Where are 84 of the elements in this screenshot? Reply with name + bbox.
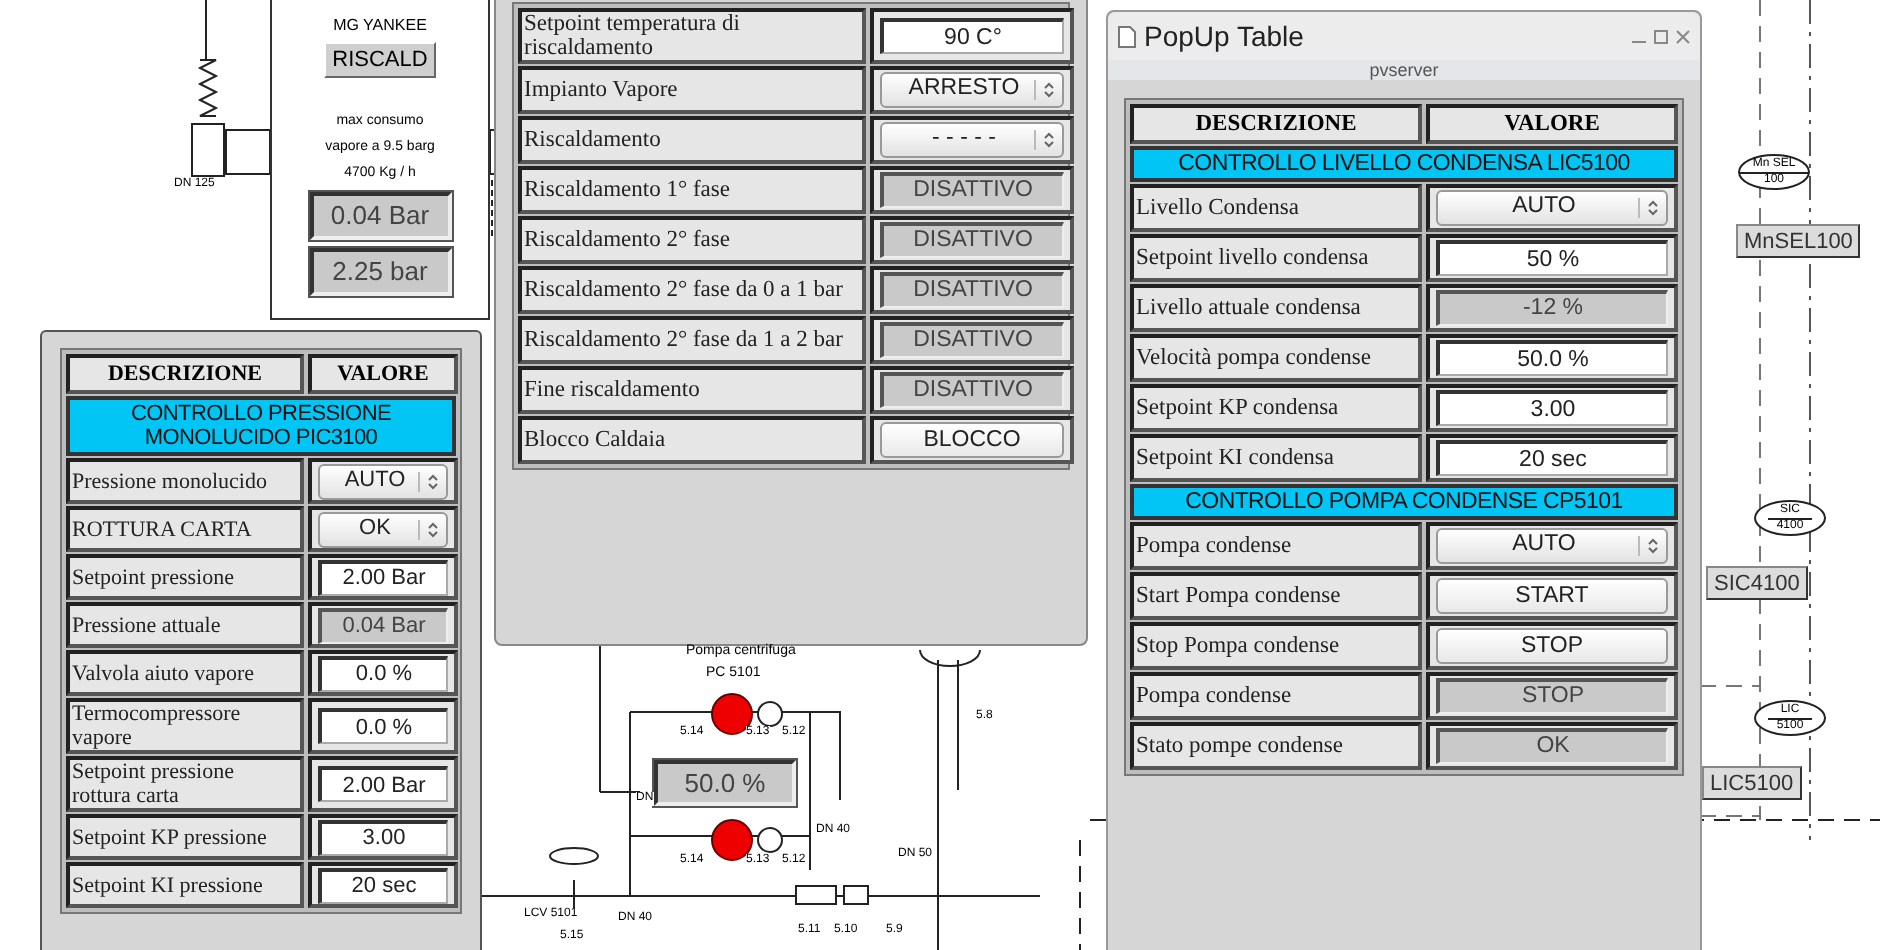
- row-label: Riscaldamento 2° fase da 0 a 1 bar: [518, 266, 866, 314]
- row-label: Setpoint livello condensa: [1130, 234, 1422, 282]
- action-button[interactable]: STOP: [1436, 628, 1668, 664]
- row-label: Setpoint temperatura di riscaldamento: [518, 8, 866, 64]
- column-header: DESCRIZIONE: [1130, 104, 1422, 144]
- value-field[interactable]: 2.00 Bar: [318, 559, 448, 595]
- row-label: Blocco Caldaia: [518, 416, 866, 464]
- status-display: DISATTIVO: [880, 222, 1064, 258]
- mode-dropdown[interactable]: - - - - -: [880, 122, 1064, 158]
- boiler-title: MG YANKEE: [333, 16, 427, 36]
- mode-dropdown[interactable]: AUTO: [1436, 528, 1668, 564]
- row-label: Start Pompa condense: [1130, 572, 1422, 620]
- row-label: Fine riscaldamento: [518, 366, 866, 414]
- value-field[interactable]: 0.0 %: [318, 655, 448, 691]
- speed-display: 50.0 %: [654, 760, 796, 806]
- row-label: Livello Condensa: [1130, 184, 1422, 232]
- action-button[interactable]: BLOCCO: [880, 422, 1064, 458]
- row-label: Stop Pompa condense: [1130, 622, 1422, 670]
- up-down-icon: [1044, 82, 1054, 98]
- close-icon[interactable]: [1676, 29, 1690, 43]
- row-label: Impianto Vapore: [518, 66, 866, 114]
- row-label: Livello attuale condensa: [1130, 284, 1422, 332]
- column-header: VALORE: [308, 354, 458, 394]
- status-display: DISATTIVO: [880, 272, 1064, 308]
- value-field[interactable]: 3.00: [318, 819, 448, 855]
- column-header: VALORE: [1426, 104, 1678, 144]
- row-label: Setpoint KP pressione: [66, 814, 304, 860]
- section-heading: CONTROLLO LIVELLO CONDENSA LIC5100: [1130, 146, 1678, 182]
- instrument-tag[interactable]: SIC4100: [1706, 566, 1808, 600]
- value-field[interactable]: 50 %: [1436, 240, 1668, 276]
- row-label: Riscaldamento: [518, 116, 866, 164]
- up-down-icon: [1648, 200, 1658, 216]
- row-label: Setpoint pressione rottura carta: [66, 756, 304, 812]
- row-label: Riscaldamento 1° fase: [518, 166, 866, 214]
- instrument-tag[interactable]: LIC5100: [1702, 766, 1802, 800]
- row-label: Riscaldamento 2° fase da 1 a 2 bar: [518, 316, 866, 364]
- row-label: Riscaldamento 2° fase: [518, 216, 866, 264]
- row-label: Stato pompe condense: [1130, 722, 1422, 770]
- value-field[interactable]: 0.0 %: [318, 708, 448, 744]
- up-down-icon: [1648, 538, 1658, 554]
- window-title: PopUp Table: [1144, 17, 1306, 56]
- instrument-tag[interactable]: MnSEL100: [1736, 224, 1861, 258]
- up-down-icon: [428, 521, 438, 537]
- row-label: Valvola aiuto vapore: [66, 650, 304, 696]
- action-button[interactable]: START: [1436, 578, 1668, 614]
- status-display: DISATTIVO: [880, 322, 1064, 358]
- row-label: Pompa condense: [1130, 522, 1422, 570]
- pressure-display: 0.04 Bar: [309, 192, 451, 240]
- row-label: Setpoint pressione: [66, 554, 304, 600]
- window-subtitle: pvserver: [1108, 60, 1700, 80]
- row-label: Termocompressore vapore: [66, 698, 304, 754]
- row-label: Pressione monolucido: [66, 458, 304, 504]
- row-label: Velocità pompa condense: [1130, 334, 1422, 382]
- value-field[interactable]: 50.0 %: [1436, 340, 1668, 376]
- riscald-button[interactable]: RISCALD: [324, 42, 436, 78]
- pressure-display: 2.25 bar: [309, 248, 451, 296]
- mode-dropdown[interactable]: OK: [318, 511, 448, 547]
- up-down-icon: [428, 473, 438, 489]
- row-label: Pressione attuale: [66, 602, 304, 648]
- up-down-icon: [1044, 132, 1054, 148]
- value-field[interactable]: 2.00 Bar: [318, 766, 448, 802]
- mode-dropdown[interactable]: AUTO: [1436, 190, 1668, 226]
- row-label: Setpoint KI pressione: [66, 862, 304, 908]
- row-label: Setpoint KI condensa: [1130, 434, 1422, 482]
- row-label: Pompa condense: [1130, 672, 1422, 720]
- mode-dropdown[interactable]: ARRESTO: [880, 72, 1064, 108]
- status-display: -12 %: [1436, 290, 1668, 326]
- maximize-icon[interactable]: [1654, 29, 1668, 43]
- value-field[interactable]: 20 sec: [1436, 440, 1668, 476]
- status-display: OK: [1436, 728, 1668, 764]
- section-heading: CONTROLLO POMPA CONDENSE CP5101: [1130, 484, 1678, 520]
- value-field[interactable]: 90 C°: [880, 18, 1064, 54]
- section-heading: CONTROLLO PRESSIONE MONOLUCIDO PIC3100: [66, 396, 456, 456]
- row-label: ROTTURA CARTA: [66, 506, 304, 552]
- mode-dropdown[interactable]: AUTO: [318, 463, 448, 499]
- value-field[interactable]: 20 sec: [318, 867, 448, 903]
- value-field[interactable]: 3.00: [1436, 390, 1668, 426]
- column-header: DESCRIZIONE: [66, 354, 304, 394]
- status-display: DISATTIVO: [880, 172, 1064, 208]
- status-display: 0.04 Bar: [318, 607, 448, 643]
- row-label: Setpoint KP condensa: [1130, 384, 1422, 432]
- status-display: DISATTIVO: [880, 372, 1064, 408]
- status-display: STOP: [1436, 678, 1668, 714]
- document-icon: [1118, 25, 1136, 47]
